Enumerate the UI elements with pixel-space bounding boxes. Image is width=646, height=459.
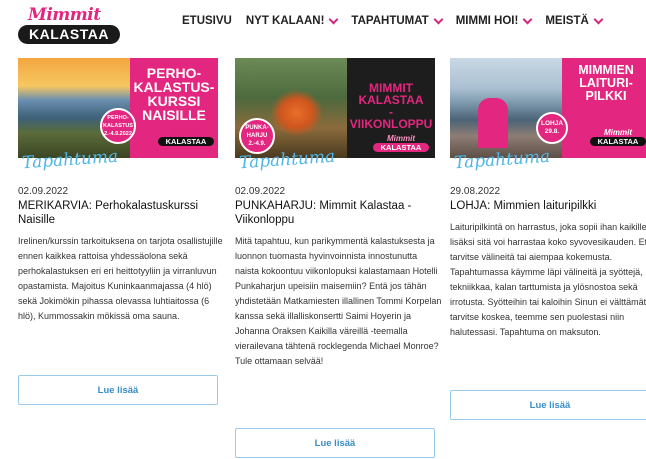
- event-banner-image[interactable]: PERHO- KALASTUS- KURSSI NAISILLE PERHO- …: [18, 58, 218, 158]
- banner-title: MIMMIT KALASTAA -VIIKONLOPPU: [349, 81, 433, 131]
- logo-bottom-text: KALASTAA: [18, 25, 120, 44]
- nav-label: NYT KALAAN!: [245, 15, 325, 27]
- nav-label: MEISTÄ: [545, 15, 589, 27]
- site-logo[interactable]: Mimmit KALASTAA: [18, 5, 123, 45]
- logo-top-text: Mimmit: [28, 5, 101, 25]
- banner-title: MIMMIEN LAITURI- PILKKI: [578, 63, 634, 103]
- nav-label: TAPAHTUMAT: [351, 15, 429, 27]
- read-more-button[interactable]: Lue lisää: [450, 390, 646, 420]
- banner-badge: LOHJA 29.8.: [536, 112, 568, 144]
- nav-item-nyt-kalaan[interactable]: NYT KALAAN!: [245, 14, 339, 27]
- nav-item-etusivu[interactable]: ETUSIVU: [182, 15, 232, 27]
- event-card: MIMMIEN LAITURI- PILKKI LOHJA 29.8. Mimm…: [450, 58, 646, 458]
- read-more-button[interactable]: Lue lisää: [235, 428, 435, 458]
- banner-badge: PUNKA- HARJU 2.-4.9.: [239, 118, 275, 154]
- nav-item-meista[interactable]: MEISTÄ: [545, 14, 604, 27]
- nav-label: ETUSIVU: [182, 15, 232, 27]
- banner-badge: PERHO- KALASTUS 2.-4.9.2022: [100, 108, 136, 144]
- nav-item-tapahtumat[interactable]: TAPAHTUMAT: [351, 14, 444, 27]
- banner-logo: Mimmit KALASTAA: [590, 128, 646, 146]
- event-banner-image[interactable]: MIMMIT KALASTAA -VIIKONLOPPU PUNKA- HARJ…: [235, 58, 435, 158]
- event-excerpt: Laituripilkintä on harrastus, joka sopii…: [450, 222, 646, 337]
- event-date: 29.08.2022: [450, 186, 501, 197]
- event-excerpt: Irelinen/kurssin tarkoituksena on tarjot…: [18, 236, 223, 321]
- nav-label: MIMMI HOI!: [455, 15, 519, 27]
- chevron-down-icon: [522, 14, 533, 24]
- banner-title: PERHO- KALASTUS- KURSSI NAISILLE: [133, 65, 215, 123]
- event-date: 02.09.2022: [235, 186, 286, 197]
- banner-logo: Mimmit KALASTAA: [158, 128, 214, 146]
- event-card: MIMMIT KALASTAA -VIIKONLOPPU PUNKA- HARJ…: [235, 58, 441, 458]
- main-nav: ETUSIVU NYT KALAAN! TAPAHTUMAT MIMMI HOI…: [182, 14, 616, 27]
- chevron-down-icon: [593, 14, 604, 24]
- banner-logo: Mimmit KALASTAA: [373, 134, 429, 152]
- event-title[interactable]: LOHJA: Mimmien laituripilkki: [450, 199, 646, 213]
- event-date: 02.09.2022: [18, 186, 69, 197]
- person-figure: [478, 98, 508, 148]
- event-title[interactable]: MERIKARVIA: Perhokalastuskurssi Naisille: [18, 199, 228, 227]
- read-more-button[interactable]: Lue lisää: [18, 375, 218, 405]
- chevron-down-icon: [328, 14, 339, 24]
- nav-item-mimmi-hoi[interactable]: MIMMI HOI!: [455, 14, 533, 27]
- event-card: PERHO- KALASTUS- KURSSI NAISILLE PERHO- …: [18, 58, 223, 458]
- event-excerpt: Mitä tapahtuu, kun parikymmentä kalastuk…: [235, 236, 442, 366]
- site-header: Mimmit KALASTAA ETUSIVU NYT KALAAN! TAPA…: [0, 0, 646, 50]
- event-banner-image[interactable]: MIMMIEN LAITURI- PILKKI LOHJA 29.8. Mimm…: [450, 58, 646, 158]
- event-title[interactable]: PUNKAHARJU: Mimmit Kalastaa -Viikonloppu: [235, 199, 445, 227]
- chevron-down-icon: [433, 14, 444, 24]
